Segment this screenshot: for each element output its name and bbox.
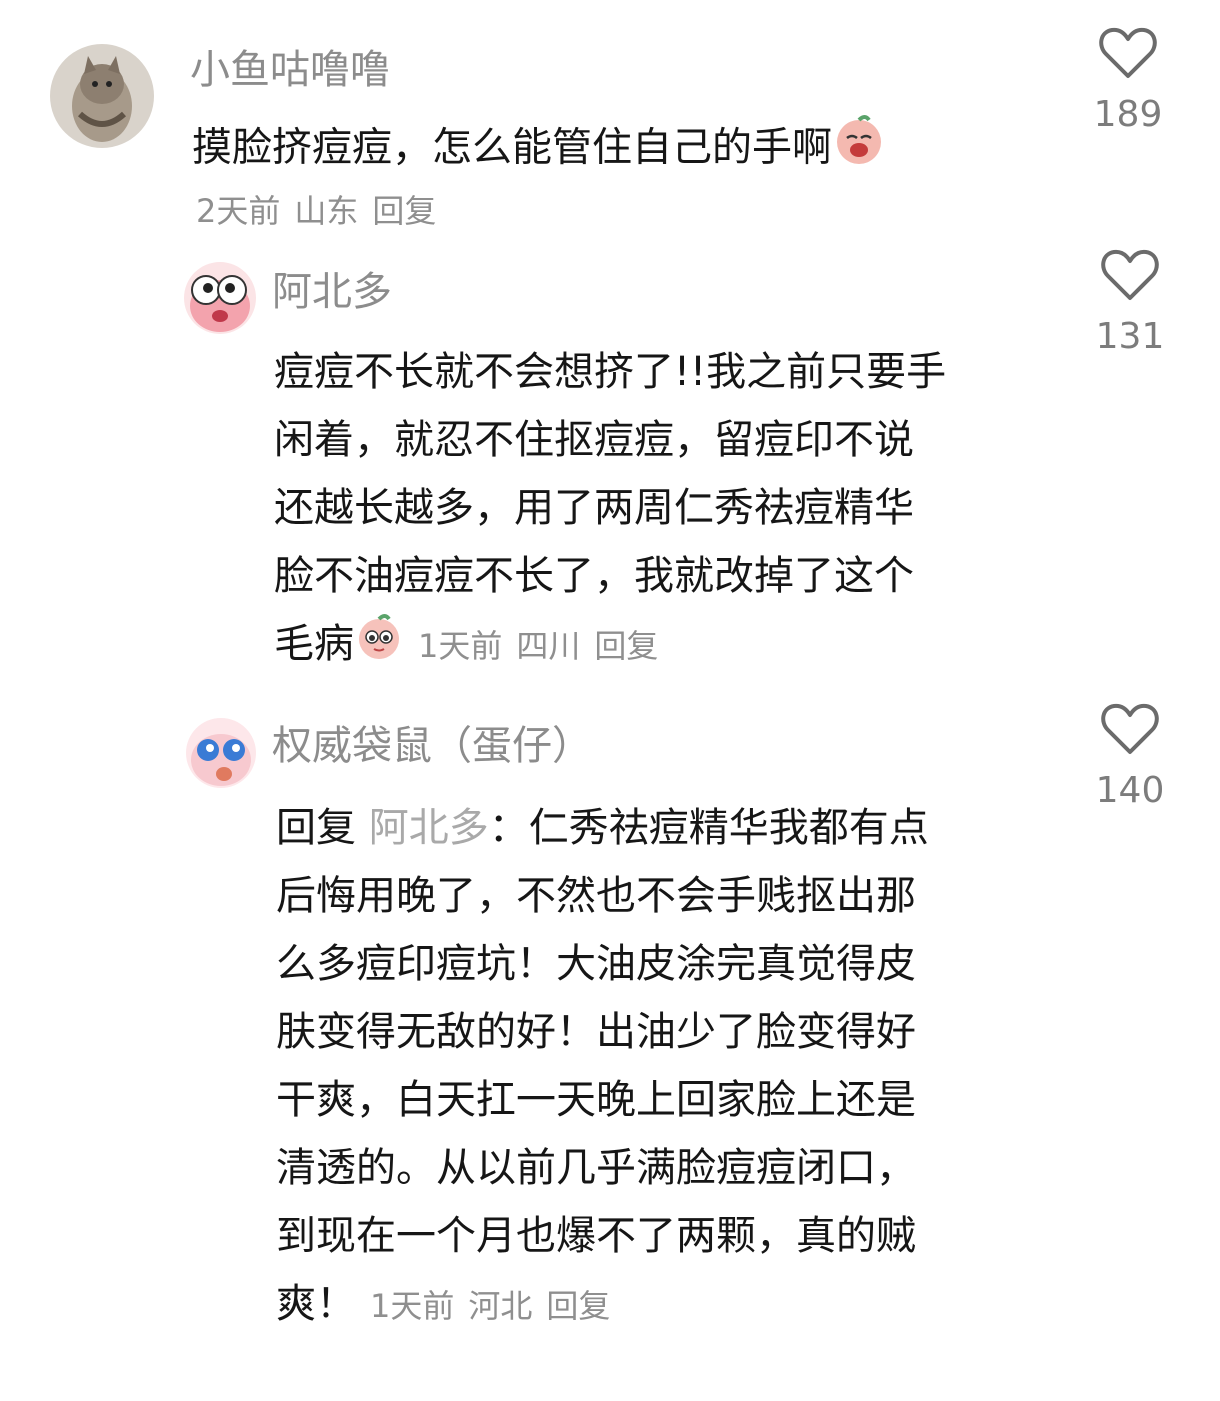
username[interactable]: 权威袋鼠（蛋仔）: [272, 722, 592, 770]
comment-text: 痘痘不长就不会想挤了!!我之前只要手 闲着，就忍不住抠痘痘，留痘印不说 还越长越…: [274, 338, 946, 682]
heart-outline-icon: [1101, 249, 1159, 300]
avatar[interactable]: [186, 718, 256, 788]
comment-location: 河北: [468, 1287, 533, 1325]
comment-text-line: 清透的。从以前几乎满脸痘痘闭口，: [276, 1145, 916, 1191]
like-button[interactable]: 140: [1080, 702, 1180, 811]
comment-text-line: 爽！: [276, 1281, 356, 1327]
reply-button[interactable]: 回复: [594, 627, 658, 665]
comment-text-line: 干爽，白天扛一天晚上回家脸上还是: [276, 1077, 916, 1123]
comment-text-line: 到现在一个月也爆不了两颗，真的贼: [276, 1213, 916, 1259]
mention-colon: ：: [488, 805, 529, 851]
reply-prefix: 回复: [276, 805, 356, 851]
avatar[interactable]: [184, 262, 256, 334]
comment-text-line: 肤变得无敌的好！出油少了脸变得好: [276, 1009, 916, 1055]
comment-location: 山东: [294, 192, 359, 230]
comment-last-line: 毛病 1天前 四川 回复: [274, 610, 946, 682]
comment-text-line: 脸不油痘痘不长了，我就改掉了这个: [274, 553, 914, 599]
comment-text-line: 么多痘印痘坑！大油皮涂完真觉得皮: [276, 941, 916, 987]
comment-time: 1天前: [418, 627, 503, 665]
comment-time: 1天前: [370, 1287, 455, 1325]
like-button[interactable]: 131: [1080, 248, 1180, 357]
comment-text-line: 还越长越多，用了两周仁秀祛痘精华: [274, 485, 914, 531]
comment-time: 2天前: [196, 192, 281, 230]
reply-button[interactable]: 回复: [546, 1287, 610, 1325]
comment-text: 回复 阿北多：仁秀祛痘精华我都有点 后悔用晚了，不然也不会手贱抠出那 么多痘印痘…: [276, 794, 929, 1340]
comment-first-line: 回复 阿北多：仁秀祛痘精华我都有点: [276, 794, 929, 862]
comment-text-line: 后悔用晚了，不然也不会手贱抠出那: [276, 873, 916, 919]
reply-button[interactable]: 回复: [372, 192, 436, 230]
username[interactable]: 小鱼咕噜噜: [190, 46, 390, 94]
comment-text: 摸脸挤痘痘，怎么能管住自己的手啊: [192, 112, 886, 187]
cartoon-peach-avatar-image: [184, 262, 256, 334]
cartoon-eggy-avatar-image: [186, 718, 256, 788]
comment-text-line: 闲着，就忍不住抠痘痘，留痘印不说: [274, 417, 914, 463]
comment-text-line: 痘痘不长就不会想挤了!!我之前只要手: [274, 349, 947, 395]
cat-avatar-image: [50, 44, 154, 148]
comment-text-line: 摸脸挤痘痘，怎么能管住自己的手啊: [192, 124, 832, 171]
comment-text-line: 毛病: [274, 621, 354, 667]
like-count: 140: [1095, 770, 1165, 811]
like-count: 189: [1093, 94, 1163, 135]
username[interactable]: 阿北多: [272, 268, 392, 316]
comment-location: 四川: [516, 627, 581, 665]
comment-meta: 2天前 山东 回复: [182, 186, 436, 232]
heart-outline-icon: [1101, 703, 1159, 754]
comment-last-line: 爽！ 1天前 河北 回复: [276, 1270, 929, 1340]
pleading-peach-emoji: [354, 611, 404, 682]
like-button[interactable]: 189: [1078, 26, 1178, 135]
like-count: 131: [1095, 316, 1165, 357]
avatar[interactable]: [50, 44, 154, 148]
heart-outline-icon: [1099, 27, 1157, 78]
comment-text-line: 仁秀祛痘精华我都有点: [528, 805, 929, 851]
mention-username[interactable]: 阿北多: [369, 805, 489, 851]
crying-peach-emoji: [832, 112, 886, 187]
